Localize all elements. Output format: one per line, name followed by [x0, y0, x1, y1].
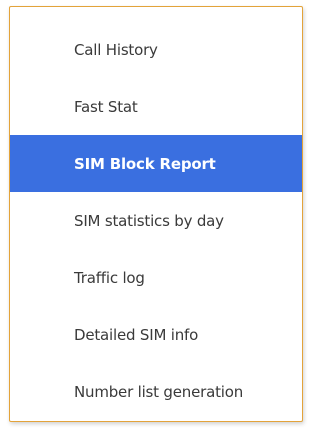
- menu-item-sim-statistics-by-day[interactable]: SIM statistics by day: [10, 192, 302, 249]
- context-menu: Call History Fast Stat SIM Block Report …: [9, 6, 303, 422]
- menu-item-label: Fast Stat: [74, 97, 138, 116]
- menu-item-fast-stat[interactable]: Fast Stat: [10, 78, 302, 135]
- menu-item-traffic-log[interactable]: Traffic log: [10, 249, 302, 306]
- menu-item-detailed-sim-info[interactable]: Detailed SIM info: [10, 306, 302, 363]
- menu-item-sim-block-report[interactable]: SIM Block Report: [10, 135, 302, 192]
- menu-item-label: Number list generation: [74, 382, 244, 401]
- menu-item-label: Call History: [74, 40, 158, 59]
- menu-item-label: SIM Block Report: [74, 154, 216, 173]
- menu-item-label: Detailed SIM info: [74, 325, 199, 344]
- menu-item-label: Traffic log: [74, 268, 145, 287]
- menu-item-call-history[interactable]: Call History: [10, 21, 302, 78]
- menu-list: Call History Fast Stat SIM Block Report …: [10, 21, 302, 420]
- menu-item-number-list-generation[interactable]: Number list generation: [10, 363, 302, 420]
- menu-item-label: SIM statistics by day: [74, 211, 224, 230]
